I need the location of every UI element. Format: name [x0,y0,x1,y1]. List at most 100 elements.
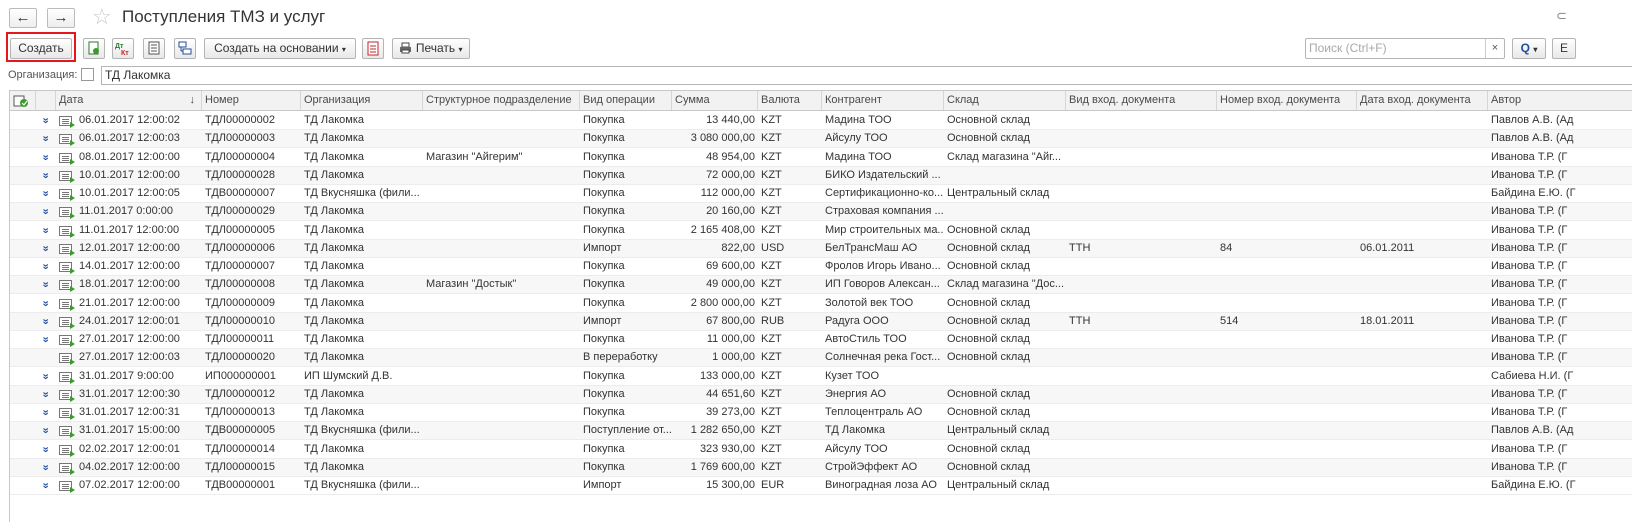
date-cell: 10.01.2017 12:00:00 [79,168,180,181]
author-cell: Иванова Т.Р. (Г [1491,168,1568,181]
table-row[interactable]: » 11.01.2017 0:00:00 ТДЛ00000029 ТД Лакомка… [10,203,1632,222]
column-header-in-doc-number[interactable]: Номер вход. документа [1217,91,1357,110]
table-row[interactable]: » 12.01.2017 12:00:00 ТДЛ00000006 ТД Лакомк… [10,239,1632,258]
subdivision-cell [423,203,580,220]
organization-filter: Организация: ТД Лакомка [0,66,1632,86]
column-header-author[interactable]: Автор [1488,91,1632,110]
counterparty-cell: СтройЭффект АО [825,460,918,473]
author-cell: Иванова Т.Р. (Г [1491,260,1568,272]
sum-cell: 133 000,00 [699,369,755,382]
search-button[interactable]: Q ▾ [1512,38,1546,59]
subdivision-cell: Магазин "Айгерим" [426,150,523,163]
table-row[interactable]: » 04.02.2017 12:00:00 ТДЛ00000015 ТД Лакомк… [10,458,1632,477]
operation-cell: Покупка [583,168,625,181]
author-cell: Иванова Т.Р. (Г [1491,460,1568,473]
type-column-header[interactable] [36,91,56,110]
number-cell: ТДЛ00000002 [205,114,275,126]
column-header-in-doc-type[interactable]: Вид вход. документа [1066,91,1217,110]
org-cell: ТД Лакомка [304,260,364,272]
in-doc-date-cell [1357,477,1488,494]
column-header-org[interactable]: Организация [301,91,423,110]
in-doc-number-cell [1217,349,1357,366]
print-button[interactable]: Печать ▾ [392,38,470,59]
structure-button[interactable] [174,38,196,59]
warehouse-cell: Основной склад [947,333,1030,345]
date-cell: 31.01.2017 15:00:00 [79,424,180,437]
arrow-right-icon: → [53,9,69,26]
posted-movements-icon: » [39,372,52,380]
subdivision-cell [423,404,580,421]
counterparty-cell: Айсулу ТОО [825,442,888,455]
org-cell: ТД Лакомка [304,132,364,145]
sum-cell: 15 300,00 [706,479,755,491]
dt-kt-button[interactable]: Дт Кт [112,38,134,59]
column-header-date[interactable]: Дата ↓ [56,91,202,110]
table-row[interactable]: » 02.02.2017 12:00:01 ТДЛ00000014 ТД Лакомк… [10,441,1632,459]
operation-cell: Покупка [583,387,625,400]
column-header-currency[interactable]: Валюта [758,91,822,110]
status-column-header[interactable] [10,91,36,110]
in-doc-date-cell [1357,112,1488,129]
favorite-star-icon[interactable]: ☆ [92,5,112,29]
warehouse-cell: Склад магазина "Айг... [947,150,1061,163]
operation-cell: Покупка [583,205,625,218]
report-button[interactable] [362,38,384,59]
list-view-button[interactable] [143,38,165,59]
link-icon[interactable]: ⊂ [1556,8,1567,24]
in-doc-type-cell [1066,404,1217,421]
more-button[interactable]: Е [1552,38,1576,59]
search-clear-icon[interactable]: × [1485,39,1504,58]
column-header-warehouse[interactable]: Склад [944,91,1066,110]
create-based-on-button[interactable]: Создать на основании ▾ [204,38,356,59]
table-row[interactable]: » 06.01.2017 12:00:02 ТДЛ00000002 ТД Лакомк… [10,112,1632,130]
column-header-in-doc-date[interactable]: Дата вход. документа [1357,91,1488,110]
table-row[interactable]: » 07.02.2017 12:00:00 ТДВ00000001 ТД Вкусня… [10,477,1632,495]
search-input[interactable]: Поиск (Ctrl+F) × [1305,38,1505,59]
table-row[interactable]: » 08.01.2017 12:00:00 ТДЛ00000004 ТД Лакомк… [10,149,1632,167]
column-header-subdivision[interactable]: Структурное подразделение [423,91,580,110]
copy-button[interactable] [83,38,105,59]
forward-button[interactable]: → [47,8,75,28]
table-row[interactable]: » 11.01.2017 12:00:00 ТДЛ00000005 ТД Лакомк… [10,222,1632,240]
posted-document-icon [59,444,75,457]
table-row[interactable]: » 14.01.2017 12:00:00 ТДЛ00000007 ТД Лакомк… [10,258,1632,276]
author-cell: Иванова Т.Р. (Г [1491,387,1568,400]
table-row[interactable]: » 10.01.2017 12:00:00 ТДЛ00000028 ТД Лакомк… [10,166,1632,185]
column-header-counterparty[interactable]: Контрагент [822,91,944,110]
author-cell: Иванова Т.Р. (Г [1491,241,1568,254]
table-row[interactable]: » 10.01.2017 12:00:05 ТДВ00000007 ТД Вкусня… [10,185,1632,203]
sum-cell: 72 000,00 [706,168,755,181]
table-row[interactable]: » 24.01.2017 12:00:01 ТДЛ00000010 ТД Лакомк… [10,312,1632,331]
org-cell: ТД Лакомка [304,351,364,364]
operation-cell: Покупка [583,278,625,291]
table-row[interactable]: » 31.01.2017 12:00:31 ТДЛ00000013 ТД Лакомк… [10,404,1632,422]
operation-cell: Покупка [583,260,625,272]
posted-document-icon [59,280,75,293]
table-row[interactable]: 27.01.2017 12:00:03 ТДЛ00000020 ТД Лакомка… [10,349,1632,368]
in-doc-type-cell [1066,258,1217,275]
create-button[interactable]: Создать [10,38,72,59]
sum-cell: 1 769 600,00 [690,460,755,473]
org-filter-checkbox[interactable] [81,68,94,81]
in-doc-date-cell [1357,459,1488,476]
column-header-sum[interactable]: Сумма [672,91,758,110]
back-button[interactable]: ← [9,8,37,28]
table-row[interactable]: » 31.01.2017 15:00:00 ТДВ00000005 ТД Вкусня… [10,422,1632,441]
currency-cell: KZT [761,114,782,126]
table-row[interactable]: » 18.01.2017 12:00:00 ТДЛ00000008 ТД Лакомк… [10,276,1632,295]
table-row[interactable]: » 31.01.2017 9:00:00 ИП000000001 ИП Шумский… [10,368,1632,386]
org-filter-field[interactable]: ТД Лакомка [101,66,1632,85]
column-header-number[interactable]: Номер [202,91,301,110]
table-row[interactable]: » 27.01.2017 12:00:00 ТДЛ00000011 ТД Лакомк… [10,331,1632,349]
dropdown-arrow-icon: ▾ [458,45,463,54]
table-row[interactable]: » 21.01.2017 12:00:00 ТДЛ00000009 ТД Лакомк… [10,295,1632,313]
in-doc-type-cell [1066,295,1217,312]
in-doc-date-cell [1357,167,1488,184]
sum-cell: 2 165 408,00 [690,223,755,236]
table-row[interactable]: » 06.01.2017 12:00:03 ТДЛ00000003 ТД Лакомк… [10,130,1632,149]
warehouse-cell: Основной склад [947,460,1030,473]
org-cell: ТД Лакомка [304,150,364,163]
date-cell: 12.01.2017 12:00:00 [79,241,180,254]
table-row[interactable]: » 31.01.2017 12:00:30 ТДЛ00000012 ТД Лакомк… [10,385,1632,404]
column-header-operation[interactable]: Вид операции [580,91,672,110]
